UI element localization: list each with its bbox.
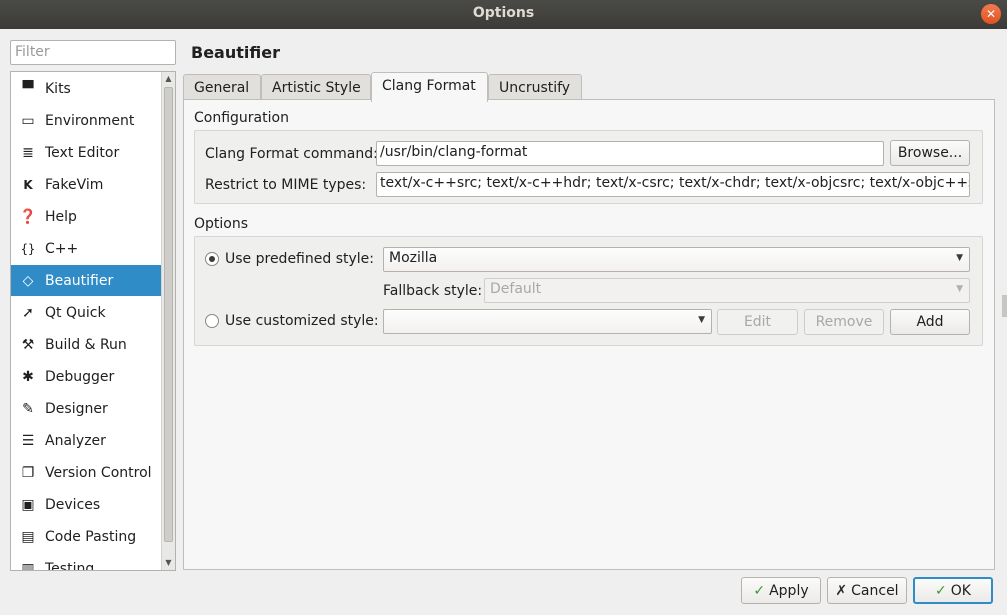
chevron-down-icon: ▼ [956,284,963,294]
customized-style-radio[interactable] [205,314,219,328]
tab-general[interactable]: General [183,74,261,101]
qt-quick-icon: ➚ [22,305,34,321]
ok-button[interactable]: ✓ OK [913,577,993,604]
remove-button[interactable]: Remove [804,309,884,335]
monitor-icon: ▭ [21,113,35,129]
tab-uncrustify[interactable]: Uncrustify [488,74,582,101]
sidebar-item-kits[interactable]: ▀ Kits [11,73,161,105]
edit-button[interactable]: Edit [717,309,798,335]
sidebar-item-beautifier[interactable]: ◇ Beautifier [11,265,161,296]
code-pasting-icon: ▤ [21,529,35,545]
bug-icon: ✱ [22,369,34,385]
sidebar-item-label: Devices [45,497,101,513]
kits-icon: ▀ [22,81,34,97]
sidebar-item-text-editor[interactable]: ≣ Text Editor [11,137,161,169]
sidebar-item-code-pasting[interactable]: ▤ Code Pasting [11,521,161,553]
category-list: ▀ Kits ▭ Environment ≣ Text Editor K FakeVim… [10,71,176,571]
predefined-style-radio[interactable] [205,252,219,266]
page-title: Beautifier [191,43,280,62]
fallback-style-value: Default [490,281,542,297]
chevron-down-icon: ▼ [956,253,963,263]
sidebar-item-devices[interactable]: ▣ Devices [11,489,161,521]
sidebar-item-label: Beautifier [45,272,114,289]
devices-icon: ▣ [21,497,35,513]
fallback-style-label: Fallback style: [383,283,483,299]
sidebar-item-help[interactable]: ❓ Help [11,201,161,233]
add-button[interactable]: Add [890,309,970,335]
sidebar-scrollbar[interactable]: ▲ ▼ [161,72,175,570]
sidebar-item-testing[interactable]: ▥ Testing [11,553,161,571]
sidebar-item-label: Text Editor [45,145,120,161]
customized-style-select[interactable]: ▼ [383,309,712,334]
cancel-label: Cancel [851,582,899,599]
predefined-style-select[interactable]: Mozilla ▼ [383,247,970,272]
sidebar-item-build-run[interactable]: ⚒ Build & Run [11,329,161,361]
filter-input[interactable]: Filter [10,40,176,65]
clang-command-label: Clang Format command: [205,146,378,162]
configuration-group-title: Configuration [194,110,289,126]
sidebar-item-label: Build & Run [45,337,127,353]
sidebar-item-label: Testing [45,561,95,571]
help-icon: ❓ [19,209,37,225]
pencil-icon: ✎ [22,401,34,417]
sidebar-item-version-control[interactable]: ❐ Version Control [11,457,161,489]
hammer-icon: ⚒ [21,337,35,353]
checkmark-icon: ✓ [753,582,766,599]
sidebar-item-debugger[interactable]: ✱ Debugger [11,361,161,393]
scroll-up-icon[interactable]: ▲ [162,72,175,86]
sidebar-item-label: FakeVim [45,177,104,193]
options-group-title: Options [194,216,249,232]
window-resize-handle[interactable] [1002,295,1007,317]
sidebar-item-label: Qt Quick [45,305,106,321]
testing-icon: ▥ [21,561,35,571]
chevron-down-icon: ▼ [698,315,705,325]
sidebar-item-label: Designer [45,401,108,417]
tab-clang-format[interactable]: Clang Format [371,72,488,102]
sidebar-item-label: Kits [45,81,71,97]
version-control-icon: ❐ [21,465,35,481]
sidebar-item-fakevim[interactable]: K FakeVim [11,169,161,201]
sidebar-item-label: C++ [45,241,79,257]
sidebar-item-qt-quick[interactable]: ➚ Qt Quick [11,297,161,329]
predefined-style-value: Mozilla [389,250,438,266]
analyzer-icon: ☰ [21,433,35,449]
mime-types-label: Restrict to MIME types: [205,177,367,193]
browse-button[interactable]: Browse... [890,140,970,166]
scrollbar-thumb[interactable] [164,87,173,542]
sidebar-item-cpp[interactable]: {} C++ [11,233,161,265]
sidebar-item-label: Environment [45,113,135,129]
apply-label: Apply [769,582,809,599]
mime-types-field[interactable]: text/x-c++src; text/x-c++hdr; text/x-csr… [376,172,970,197]
fakevim-icon: K [23,178,33,192]
sidebar-item-label: Help [45,209,77,225]
checkmark-icon: ✓ [935,582,947,599]
tab-artistic-style[interactable]: Artistic Style [261,74,371,101]
text-editor-icon: ≣ [22,145,34,161]
predefined-style-label[interactable]: Use predefined style: [225,251,374,267]
title-bar: Options ✕ [0,0,1007,29]
window-title: Options [472,5,535,21]
apply-button[interactable]: ✓ Apply [741,577,821,604]
fallback-style-select: Default ▼ [484,278,970,303]
cancel-icon: ✗ [835,582,848,599]
sidebar-item-designer[interactable]: ✎ Designer [11,393,161,425]
sidebar-item-label: Debugger [45,369,115,385]
tab-panel: Configuration Clang Format command: /usr… [183,99,995,570]
sidebar-item-label: Version Control [45,465,152,481]
sidebar-item-label: Analyzer [45,433,106,449]
customized-style-label[interactable]: Use customized style: [225,313,379,329]
clang-command-field[interactable]: /usr/bin/clang-format [376,141,884,166]
ok-label: OK [950,582,971,599]
sidebar-item-environment[interactable]: ▭ Environment [11,105,161,137]
sidebar-item-label: Code Pasting [45,529,137,545]
cancel-button[interactable]: ✗ Cancel [827,577,907,604]
braces-icon: {} [20,242,36,256]
sidebar-item-analyzer[interactable]: ☰ Analyzer [11,425,161,457]
close-icon[interactable]: ✕ [981,4,1001,24]
diamond-icon: ◇ [22,272,34,289]
scroll-down-icon[interactable]: ▼ [162,556,175,570]
